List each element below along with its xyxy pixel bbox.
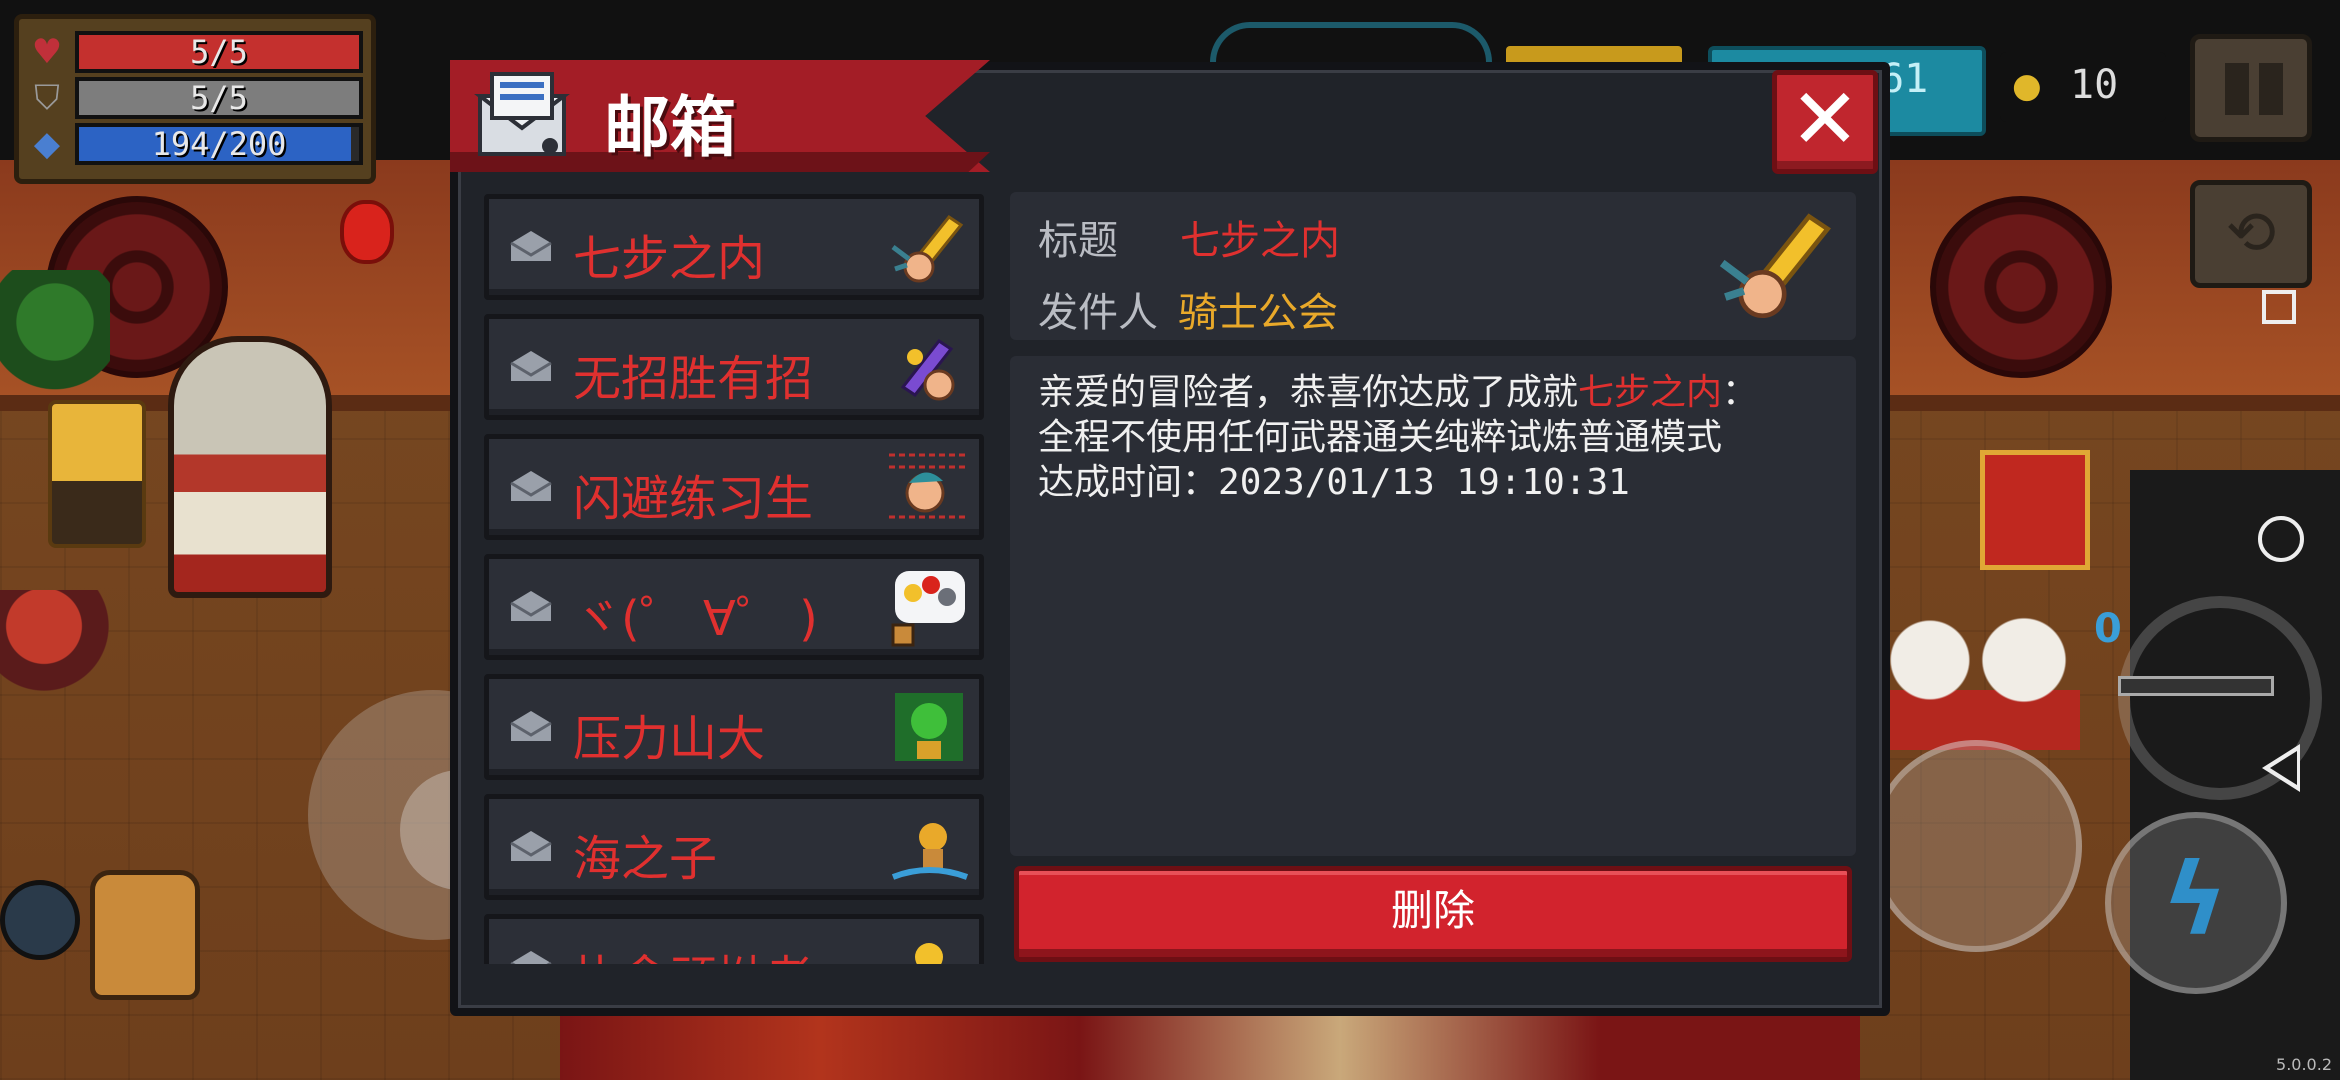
refresh-icon: ⟲ bbox=[2225, 198, 2277, 268]
potted-plant bbox=[0, 270, 110, 400]
weapon-energy-cost: 0 bbox=[2094, 606, 2122, 652]
attack-button[interactable] bbox=[1870, 740, 2082, 952]
armor-bar: 5/5 bbox=[75, 77, 363, 119]
mail-item[interactable]: 海之子 bbox=[484, 794, 984, 900]
mail-item-title: 闪避练习生 bbox=[573, 471, 814, 527]
pet-cat bbox=[90, 870, 200, 1000]
shield-icon: ⛉ bbox=[34, 78, 60, 118]
body-line-2: 全程不使用任何武器通关纯粹试炼普通模式 bbox=[1038, 417, 1723, 458]
envelope-icon bbox=[510, 591, 552, 621]
pause-button[interactable] bbox=[2190, 34, 2312, 142]
close-icon: ✕ bbox=[1789, 70, 1861, 168]
sword-hand-icon bbox=[891, 214, 964, 283]
delete-label: 删除 bbox=[1390, 886, 1475, 935]
mail-item-title: ヾ(゜ ∀゜ ) bbox=[573, 591, 818, 647]
envelope-icon bbox=[510, 711, 552, 741]
mail-item-title: 无招胜有招 bbox=[573, 351, 814, 407]
mail-item[interactable]: 执念顽拗者 bbox=[484, 914, 984, 964]
mail-item-title: 压力山大 bbox=[573, 711, 766, 767]
envelope-icon bbox=[510, 351, 552, 381]
energy-bar: 194/200 bbox=[75, 123, 363, 165]
mail-item-title: 海之子 bbox=[573, 831, 718, 887]
item-icon bbox=[915, 943, 943, 964]
mail-item[interactable]: ヾ(゜ ∀゜ ) bbox=[484, 554, 984, 660]
body-time-label: 达成时间： bbox=[1038, 462, 1219, 503]
body-time-value: 2023/01/13 19:10:31 bbox=[1218, 462, 1630, 503]
festive-floor bbox=[560, 1010, 1860, 1080]
body-line-1: 亲爱的冒险者，恭喜你达成了成就七步之内： bbox=[1038, 370, 1838, 415]
delete-button[interactable]: 删除 bbox=[1014, 866, 1852, 962]
lion-dance-npcs bbox=[1880, 600, 2080, 750]
mail-item[interactable]: 闪避练习生 bbox=[484, 434, 984, 540]
sender-label: 发件人 bbox=[1038, 290, 1158, 336]
sender-value: 骑士公会 bbox=[1178, 290, 1338, 336]
green-boss-icon bbox=[895, 693, 963, 761]
mail-item-title: 执念顽拗者 bbox=[573, 939, 813, 964]
pause-icon bbox=[2225, 63, 2249, 115]
swap-character-button[interactable]: ⟲ bbox=[2190, 180, 2312, 288]
gold-count: 10 bbox=[2070, 62, 2119, 108]
dodging-hero-icon bbox=[889, 453, 969, 519]
golden-statue bbox=[48, 400, 146, 548]
mail-list[interactable]: 七步之内 无招胜有招 闪避练习生 ヾ(゜ ∀゜ ) 压力山大 海之子 执念顽拗者 bbox=[480, 186, 986, 964]
envelope-icon bbox=[510, 471, 552, 501]
emoji-bubble-icon bbox=[891, 571, 965, 647]
body-line-3: 达成时间：2023/01/13 19:10:31 bbox=[1038, 460, 1838, 505]
envelope-icon bbox=[510, 231, 552, 261]
surfer-icon bbox=[891, 823, 969, 880]
wall-rosette bbox=[1930, 196, 2112, 378]
envelope-icon bbox=[510, 831, 552, 861]
mail-item[interactable]: 压力山大 bbox=[484, 674, 984, 780]
purple-sword-icon bbox=[900, 338, 955, 401]
home-icon[interactable] bbox=[2258, 516, 2304, 562]
hp-value: 5/5 bbox=[190, 33, 248, 71]
weapon-icon bbox=[2118, 676, 2274, 696]
title-value: 七步之内 bbox=[1180, 218, 1340, 264]
close-button[interactable]: ✕ bbox=[1772, 70, 1878, 174]
energy-value: 194/200 bbox=[151, 125, 287, 163]
body-achievement: 七步之内 bbox=[1578, 372, 1723, 413]
mail-item[interactable]: 无招胜有招 bbox=[484, 314, 984, 420]
red-lantern bbox=[340, 200, 394, 264]
mail-item-title: 七步之内 bbox=[573, 231, 766, 287]
hp-bar: 5/5 bbox=[75, 31, 363, 73]
diamond-icon: ◆ bbox=[33, 124, 61, 164]
cooking-pot bbox=[0, 880, 80, 960]
mailbox-title: 邮箱 bbox=[604, 89, 736, 166]
coin-icon: ● bbox=[2012, 66, 2042, 106]
sword-hand-icon bbox=[1719, 213, 1831, 319]
version-label: 5.0.0.2 bbox=[2276, 1055, 2332, 1074]
body-prefix: 亲爱的冒险者，恭喜你达成了成就 bbox=[1038, 372, 1579, 413]
lightning-icon: ϟ bbox=[2162, 841, 2228, 958]
body-suffix: ： bbox=[1722, 372, 1759, 413]
player-character bbox=[0, 590, 110, 710]
envelope-icon bbox=[510, 951, 552, 964]
red-banner bbox=[1980, 450, 2090, 570]
mail-envelope-icon bbox=[474, 72, 570, 156]
armor-value: 5/5 bbox=[190, 79, 248, 117]
title-label: 标题 bbox=[1038, 218, 1118, 264]
gacha-machine[interactable] bbox=[168, 336, 332, 598]
player-stats-hud: ♥ 5/5 ⛉ 5/5 ◆ 194/200 bbox=[14, 14, 376, 184]
mail-body-text: 亲爱的冒险者，恭喜你达成了成就七步之内： 全程不使用任何武器通关纯粹试炼普通模式… bbox=[1038, 370, 1838, 505]
recent-apps-icon[interactable] bbox=[2262, 290, 2296, 324]
mail-item[interactable]: 七步之内 bbox=[484, 194, 984, 300]
heart-icon: ♥ bbox=[31, 32, 63, 72]
